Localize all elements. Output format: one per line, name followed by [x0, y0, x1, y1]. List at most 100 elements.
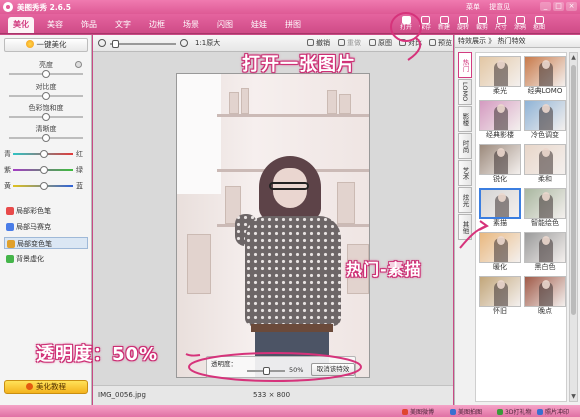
effect-thumbnail[interactable] [479, 56, 521, 87]
compare-button[interactable]: 对比 [399, 38, 422, 49]
opacity-slider[interactable] [247, 367, 285, 375]
beautify-tutorial-button[interactable]: 美化教程 [4, 380, 88, 394]
tab-lomo[interactable]: LOMO [458, 79, 472, 105]
purple-green-slider[interactable]: 紫 绿 [4, 166, 88, 174]
cyan-red-slider[interactable]: 青 红 [4, 150, 88, 158]
tab-text[interactable]: 文字 [110, 17, 136, 33]
effect-item[interactable]: 素描 [479, 188, 521, 228]
tab-art[interactable]: 艺术 [458, 160, 472, 186]
tab-accessories[interactable]: 饰品 [76, 17, 102, 33]
tab-flash[interactable]: 闪图 [212, 17, 238, 33]
effect-thumbnail[interactable] [524, 56, 566, 87]
tab-border[interactable]: 边框 [144, 17, 170, 33]
open-button[interactable]: 打开 [397, 15, 415, 34]
effect-thumbnail[interactable] [479, 232, 521, 263]
yellow-blue-knob[interactable] [40, 182, 48, 190]
rotate-button[interactable]: 旋转 [454, 15, 472, 34]
maximize-button[interactable]: □ [553, 2, 564, 11]
effect-thumbnail[interactable] [479, 276, 521, 307]
effect-thumbnail[interactable] [479, 100, 521, 131]
effect-item[interactable]: 经典LOMO [524, 56, 566, 96]
save-icon [420, 16, 430, 24]
tab-fashion[interactable]: 时尚 [458, 133, 472, 159]
resize-button[interactable]: 尺寸 [492, 15, 510, 34]
tab-studio[interactable]: 影楼 [458, 106, 472, 132]
close-button[interactable]: × [566, 2, 577, 11]
yellow-blue-track[interactable] [13, 182, 73, 190]
cyan-red-track[interactable] [13, 150, 73, 158]
effect-item[interactable]: 锐化 [479, 144, 521, 184]
local-mosaic[interactable]: 局部马赛克 [4, 221, 88, 233]
cutout-button[interactable]: 抠图 [530, 15, 548, 34]
photo-canvas[interactable] [176, 73, 370, 378]
feedback-link[interactable]: 提意见 [489, 3, 510, 11]
tab-beautify[interactable]: 美化 [8, 17, 34, 33]
gift-link[interactable]: 3D打礼物 [497, 407, 531, 416]
zoom-in-icon[interactable] [180, 39, 188, 47]
sharpness-knob[interactable] [42, 134, 50, 142]
cancel-effect-button[interactable]: 取消该特效 [311, 363, 355, 376]
effect-item[interactable]: 柔光 [479, 56, 521, 96]
minimize-button[interactable]: _ [540, 2, 551, 11]
purple-green-track[interactable] [13, 166, 73, 174]
effect-item[interactable]: 暖化 [479, 232, 521, 272]
effects-scrollbar[interactable]: ▲ ▼ [569, 52, 578, 402]
photo-share-link[interactable]: 美图拍图 [450, 407, 482, 416]
doodle-button[interactable]: 涂鸦 [511, 15, 529, 34]
local-recolor-pen[interactable]: 局部变色笔 [4, 237, 88, 249]
tab-glow[interactable]: 炫光 [458, 187, 472, 213]
effect-item[interactable]: 经典影楼 [479, 100, 521, 140]
effect-item[interactable]: 晚点 [524, 276, 566, 316]
tab-collage[interactable]: 拼图 [280, 17, 306, 33]
zoom-out-icon[interactable] [98, 39, 106, 47]
effect-thumbnail[interactable] [524, 232, 566, 263]
effect-thumbnail[interactable] [524, 100, 566, 131]
contrast-knob[interactable] [42, 92, 50, 100]
scroll-down-icon[interactable]: ▼ [570, 392, 577, 401]
tab-scene[interactable]: 场景 [178, 17, 204, 33]
original-button[interactable]: 原图 [369, 38, 392, 49]
effect-thumbnail-figure [539, 148, 553, 174]
zoom-knob[interactable] [112, 40, 119, 48]
local-color-pen[interactable]: 局部彩色笔 [4, 205, 88, 217]
saturation-knob[interactable] [42, 113, 50, 121]
saturation-slider[interactable] [9, 113, 83, 121]
redo-button[interactable]: 重做 [338, 38, 361, 49]
cyan-red-knob[interactable] [40, 150, 48, 158]
new-button[interactable]: 新建 [435, 15, 453, 34]
tab-doll[interactable]: 娃娃 [246, 17, 272, 33]
weibo-link[interactable]: 美图微博 [402, 407, 434, 416]
brightness-slider[interactable] [9, 70, 83, 78]
tab-hot[interactable]: 热门 [458, 52, 472, 78]
yellow-blue-slider[interactable]: 黄 蓝 [4, 182, 88, 190]
background-blur[interactable]: 背景虚化 [4, 253, 88, 265]
effect-thumbnail[interactable] [479, 144, 521, 175]
purple-green-knob[interactable] [40, 166, 48, 174]
tab-beauty[interactable]: 美容 [42, 17, 68, 33]
effect-item[interactable]: 怀旧 [479, 276, 521, 316]
effect-item[interactable]: 柔和 [524, 144, 566, 184]
brightness-knob[interactable] [42, 70, 50, 78]
undo-button[interactable]: 撤销 [307, 38, 330, 49]
print-link[interactable]: 照片冲印 [537, 407, 569, 416]
crop-button[interactable]: 裁剪 [473, 15, 491, 34]
opacity-knob[interactable] [262, 367, 270, 375]
actual-size-button[interactable]: 1:1原大 [195, 38, 220, 49]
effect-thumbnail[interactable] [524, 188, 566, 219]
effect-item[interactable]: 智能绘色 [524, 188, 566, 228]
effect-thumbnail[interactable] [479, 188, 521, 219]
menu-link[interactable]: 菜单 [466, 3, 480, 11]
effect-item[interactable]: 冷色调变 [524, 100, 566, 140]
preview-button[interactable]: 预览 [429, 38, 452, 49]
tab-other[interactable]: 其他 [458, 214, 472, 240]
save-button[interactable]: 保存 [416, 15, 434, 34]
contrast-slider[interactable] [9, 92, 83, 100]
effect-thumbnail[interactable] [524, 276, 566, 307]
scroll-up-icon[interactable]: ▲ [570, 53, 577, 62]
effect-thumbnail[interactable] [524, 144, 566, 175]
sharpness-slider[interactable] [9, 134, 83, 142]
effect-item[interactable]: 黑白色 [524, 232, 566, 272]
one-key-beautify-button[interactable]: 一键美化 [4, 38, 88, 52]
zoom-slider[interactable] [110, 40, 176, 48]
scroll-thumb[interactable] [571, 65, 576, 315]
